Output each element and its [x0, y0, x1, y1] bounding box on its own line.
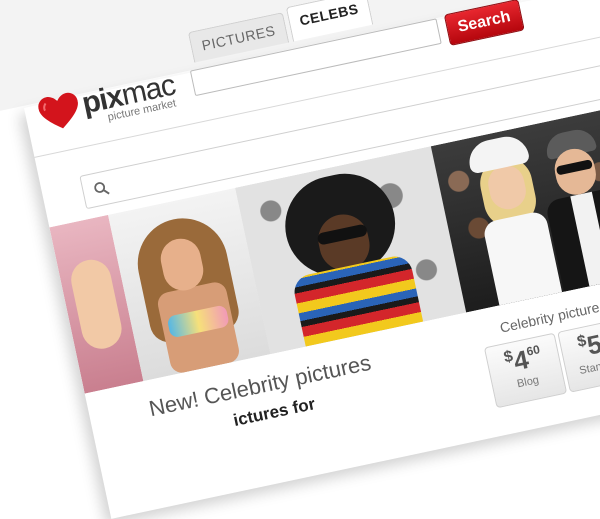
photo-figure [67, 256, 126, 353]
price-option-blog[interactable]: $460 Blog [483, 332, 568, 409]
heart-logo-icon [38, 92, 78, 129]
magnifier-icon [94, 182, 110, 195]
celebrity-photo[interactable] [235, 146, 467, 355]
price-value: $552 [575, 327, 600, 361]
